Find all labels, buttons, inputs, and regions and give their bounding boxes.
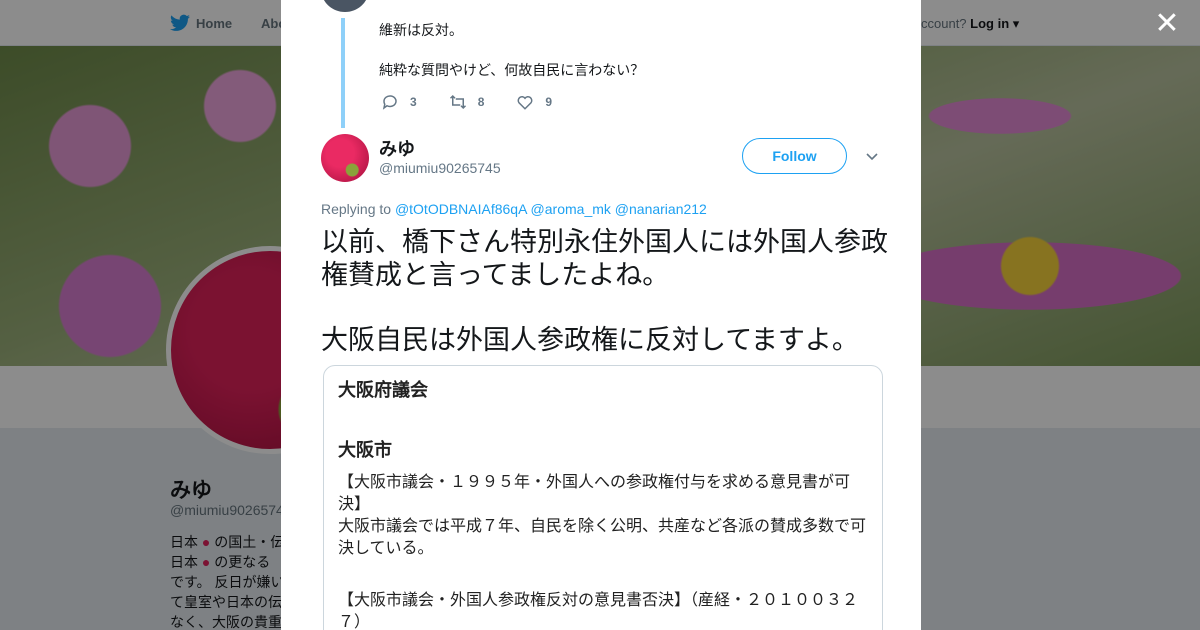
reply-icon [382, 95, 397, 110]
replying-to: Replying to @tOtODBNAIAf86qA @aroma_mk @… [321, 201, 707, 217]
media-paragraph: 大阪市議会では平成７年、自民を除く公明、共産など各派の賛成多数で可決している。 [338, 518, 867, 557]
previous-tweet-line: 純粋な質問やけど、何故自民に言わない？ [379, 62, 645, 78]
media-heading: 大阪市 [338, 440, 392, 460]
heart-icon [517, 96, 533, 110]
previous-tweet-avatar[interactable] [321, 0, 369, 12]
media-paragraph: 【大阪市議会・外国人参政権反対の意見書否決】（産経・２０１００３２７） [338, 592, 859, 630]
tweet-paragraph: 以前、橋下さん特別永住外国人には外国人参政権賛成と言ってましたよね。 [321, 227, 888, 290]
retweet-button[interactable]: 8 [449, 92, 485, 112]
tweet-author-name[interactable]: みゆ [379, 135, 415, 161]
reply-button[interactable]: 3 [381, 92, 417, 112]
media-paragraph: 【大阪市議会・１９９５年・外国人への参政権付与を求める意見書が可決】 [338, 474, 851, 513]
chevron-down-icon[interactable] [865, 150, 879, 164]
like-count: 9 [545, 95, 553, 109]
like-button[interactable]: 9 [516, 92, 552, 112]
follow-button[interactable]: Follow [742, 138, 847, 174]
tweet-media-image[interactable]: 大阪府議会 大阪市 【大阪市議会・１９９５年・外国人への参政権付与を求める意見書… [323, 365, 883, 630]
close-icon[interactable]: ✕ [1154, 9, 1180, 39]
previous-tweet-actions: 3 8 9 [381, 92, 584, 112]
tweet-author-avatar[interactable] [321, 134, 369, 182]
tweet-author-handle[interactable]: @miumiu90265745 [379, 160, 501, 176]
thread-connector-line [341, 18, 345, 128]
mention-link[interactable]: @aroma_mk [531, 201, 611, 217]
previous-tweet-line: 維新は反対。 [379, 22, 463, 38]
tweet-modal: 維新は反対。 純粋な質問やけど、何故自民に言わない？ 3 8 9 みゆ @miu… [281, 0, 921, 630]
mention-link[interactable]: @tOtODBNAIAf86qA [395, 201, 527, 217]
media-heading: 大阪府議会 [338, 380, 428, 400]
media-spacer [338, 560, 868, 582]
retweet-count: 8 [477, 95, 485, 109]
retweet-icon [449, 94, 466, 110]
mention-link[interactable]: @nanarian212 [615, 201, 707, 217]
replying-prefix: Replying to [321, 201, 392, 217]
reply-count: 3 [410, 95, 417, 109]
previous-tweet-text: 維新は反対。 純粋な質問やけど、何故自民に言わない？ [379, 20, 644, 100]
tweet-paragraph: 大阪自民は外国人参政権に反対してますよ。 [321, 325, 859, 355]
